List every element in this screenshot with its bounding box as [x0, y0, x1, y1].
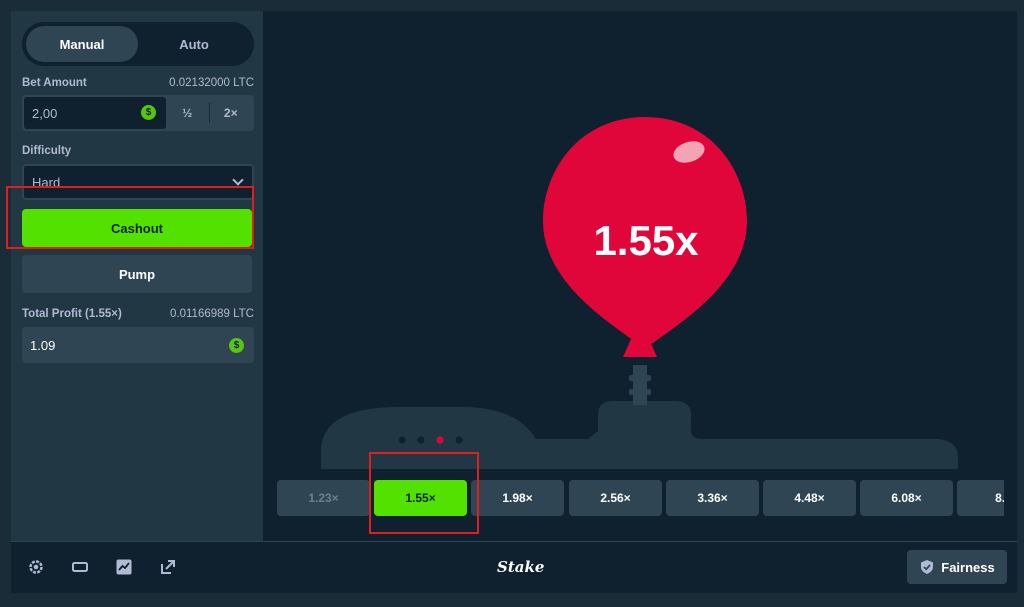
multiplier-tile: 1.23×: [277, 480, 370, 516]
total-profit-header: Total Profit (1.55×) 0.01166989 LTC: [22, 308, 254, 320]
pump-nozzle: [633, 365, 647, 405]
difficulty-header: Difficulty: [22, 145, 254, 157]
multiplier-tile: 1.98×: [471, 480, 564, 516]
bet-sidebar: Manual Auto Bet Amount 0.02132000 LTC 2,…: [11, 11, 263, 541]
bet-amount-header: Bet Amount 0.02132000 LTC: [22, 77, 254, 89]
double-bet-button[interactable]: 2×: [210, 97, 253, 129]
multiplier-tile: 6.08×: [860, 480, 953, 516]
total-profit-value: 1.09: [30, 337, 56, 353]
progress-dot: [417, 436, 425, 444]
progress-dot: [455, 436, 463, 444]
total-profit-field: 1.09 $: [22, 327, 254, 363]
bet-amount-value: 2,00: [32, 105, 58, 121]
tab-manual[interactable]: Manual: [26, 26, 138, 62]
theatre-mode-icon[interactable]: [70, 557, 90, 577]
stake-logo: Stake: [497, 558, 545, 576]
progress-dot-active: [436, 436, 444, 444]
chevron-down-icon: [232, 174, 244, 186]
multiplier-tile: 8.4: [957, 480, 1004, 516]
total-profit-converted: 0.01166989 LTC: [170, 308, 254, 320]
balloon-multiplier: 1.55x: [593, 217, 699, 264]
cashout-highlight-frame: [6, 186, 254, 249]
popout-icon[interactable]: [158, 557, 178, 577]
tab-auto[interactable]: Auto: [138, 26, 250, 62]
game-footer: Stake Fairness: [11, 541, 1017, 593]
total-profit-label: Total Profit (1.55×): [22, 308, 122, 320]
bet-amount-label: Bet Amount: [22, 77, 87, 89]
dollar-coin-icon: $: [141, 105, 156, 120]
mode-toggle: Manual Auto: [22, 22, 254, 66]
progress-dot: [398, 436, 406, 444]
multiplier-tile: 3.36×: [666, 480, 759, 516]
live-stats-icon[interactable]: [114, 557, 134, 577]
bet-amount-converted: 0.02132000 LTC: [169, 77, 254, 89]
dollar-coin-icon: $: [229, 337, 244, 353]
multiplier-highlight-frame: [369, 452, 479, 534]
shield-check-icon: [921, 560, 934, 574]
half-bet-button[interactable]: ½: [166, 97, 209, 129]
pump-button[interactable]: Pump: [22, 255, 252, 293]
difficulty-label: Difficulty: [22, 145, 72, 157]
bet-amount-input[interactable]: 2,00 $: [24, 97, 166, 129]
settings-icon[interactable]: [26, 557, 46, 577]
bet-amount-control: 2,00 $ ½ 2×: [22, 95, 254, 131]
fairness-button[interactable]: Fairness: [907, 550, 1007, 584]
multiplier-tile: 4.48×: [763, 480, 856, 516]
fairness-label: Fairness: [941, 559, 995, 575]
multiplier-tile: 2.56×: [569, 480, 662, 516]
